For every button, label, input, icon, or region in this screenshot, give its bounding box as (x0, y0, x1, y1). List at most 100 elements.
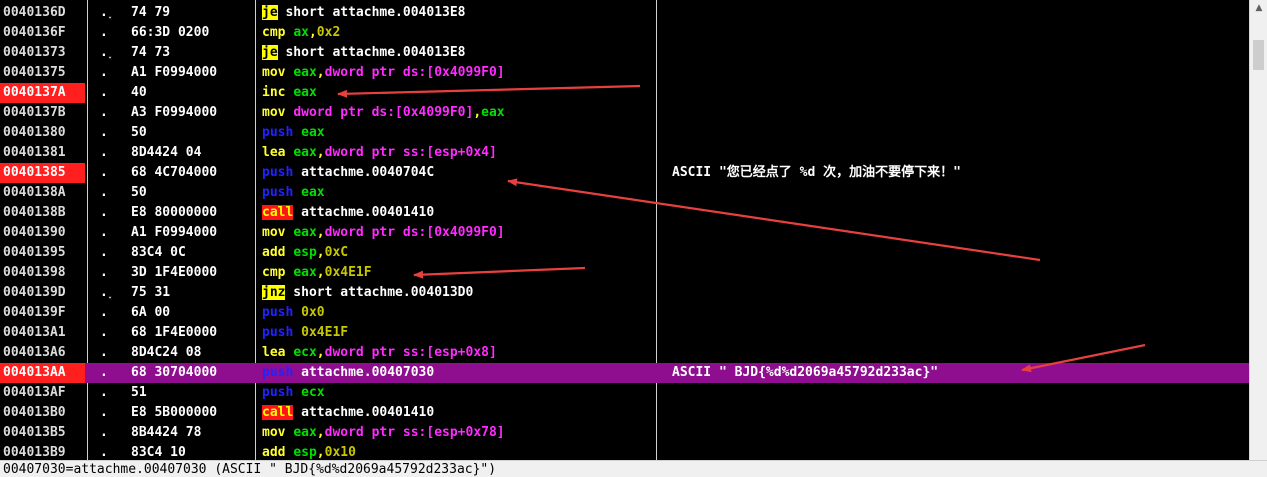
hex-dump-cell: 50 (131, 185, 147, 200)
instruction-row[interactable]: 00401373 .˯ 74 73 je short attachme.004013E… (0, 43, 1249, 63)
instruction-row[interactable]: 0040136D .˯ 74 79 je short attachme.004013E… (0, 3, 1249, 23)
asm-token: lea (262, 345, 294, 360)
instruction-row[interactable]: 004013A6. 8D4C24 08 lea ecx,dword ptr ss:[… (0, 343, 1249, 363)
asm-token: eax (293, 225, 317, 240)
disassembly-cell: push eax (262, 183, 654, 203)
instruction-row[interactable]: 0040138B. E8 80000000 call attachme.004014… (0, 203, 1249, 223)
asm-token: je (262, 5, 278, 20)
instruction-row-selected[interactable]: 004013AA. 68 30704000 push attachme.004070… (0, 363, 1249, 383)
hex-dump-cell: 40 (131, 85, 147, 100)
comment-cell (672, 123, 1249, 143)
instruction-row[interactable]: 004013B0. E8 5B000000 call attachme.004014… (0, 403, 1249, 423)
asm-token: eax (301, 185, 325, 200)
status-bar: 00407030=attachme.00407030 (ASCII " BJD{… (0, 460, 1267, 477)
comment-cell (672, 23, 1249, 43)
asm-token: , (316, 145, 325, 160)
comment-cell (672, 223, 1249, 243)
asm-token: short attachme.004013E8 (277, 45, 466, 60)
scrollbar-thumb[interactable] (1253, 40, 1264, 70)
address-cell: 0040139F (3, 305, 66, 320)
comment-cell (672, 323, 1249, 343)
address-cell: 004013AF (3, 385, 66, 400)
asm-token: push (262, 325, 302, 340)
instruction-row[interactable]: 00401395. 83C4 0C add esp,0xC (0, 243, 1249, 263)
comment-cell (672, 443, 1249, 460)
jump-marker: . (100, 85, 108, 100)
disassembly-cell: call attachme.00401410 (262, 203, 654, 223)
hex-dump-cell: 8B4424 78 (131, 425, 202, 440)
address-cell: 0040138B (3, 205, 66, 220)
address-cell: 00401398 (3, 265, 66, 280)
hex-dump-cell: 50 (131, 125, 147, 140)
comment-cell: ASCII "您已经点了 %d 次，加油不要停下来！" (672, 165, 961, 180)
asm-token: mov (262, 425, 294, 440)
comment-cell (672, 263, 1249, 283)
disassembly-cell: add esp,0xC (262, 243, 654, 263)
disassembly-pane[interactable]: 0040136D .˯ 74 79 je short attachme.004013E… (0, 0, 1249, 460)
comment-cell (672, 283, 1249, 303)
instruction-row[interactable]: 0040136F. 66:3D 0200 cmp ax,0x2 (0, 23, 1249, 43)
instruction-row[interactable]: 0040137B. A3 F0994000 mov dword ptr ds:[0x… (0, 103, 1249, 123)
address-cell: 004013B0 (3, 405, 66, 420)
asm-token: short attachme.004013E8 (277, 5, 466, 20)
asm-token: eax (293, 265, 317, 280)
asm-token: mov (262, 105, 294, 120)
hex-dump-cell: 83C4 10 (131, 445, 186, 460)
asm-token: dword ptr ds:[0x4099F0] (293, 105, 474, 120)
asm-token: 0x4E1F (301, 325, 349, 340)
address-cell: 00401375 (3, 65, 66, 80)
asm-token: ecx (293, 345, 317, 360)
instruction-row[interactable]: 00401381. 8D4424 04 lea eax,dword ptr ss:[… (0, 143, 1249, 163)
instruction-row[interactable]: 0040139D .˯ 75 31 jnz short attachme.004013… (0, 283, 1249, 303)
instruction-row[interactable]: 0040138A. 50 push eax (0, 183, 1249, 203)
address-cell: 0040138A (3, 185, 66, 200)
asm-token: 0x0 (301, 305, 325, 320)
asm-token: , (316, 65, 325, 80)
instruction-row[interactable]: 0040137A. 40 inc eax (0, 83, 1249, 103)
jump-marker: .˯ (100, 45, 116, 60)
asm-token: 0x10 (324, 445, 356, 460)
asm-token: attachme.0040704C (301, 165, 435, 180)
comment-cell (672, 343, 1249, 363)
hex-dump-cell: 8D4424 04 (131, 145, 202, 160)
disassembly-cell: inc eax (262, 83, 654, 103)
asm-token: , (316, 245, 325, 260)
instruction-row[interactable]: 00401375. A1 F0994000 mov eax,dword ptr ds… (0, 63, 1249, 83)
instruction-row[interactable]: 00401390. A1 F0994000 mov eax,dword ptr ds… (0, 223, 1249, 243)
asm-token: , (316, 425, 325, 440)
comment-cell (672, 63, 1249, 83)
scroll-up-arrow-icon[interactable]: ▲ (1250, 0, 1267, 17)
comment-cell: ASCII " BJD{%d%d2069a45792d233ac}" (672, 365, 939, 380)
disassembly-cell: lea ecx,dword ptr ss:[esp+0x8] (262, 343, 654, 363)
comment-cell (672, 403, 1249, 423)
disassembly-cell: mov eax,dword ptr ds:[0x4099F0] (262, 223, 654, 243)
jump-marker: . (100, 305, 108, 320)
instruction-row[interactable]: 004013A1. 68 1F4E0000 push 0x4E1F (0, 323, 1249, 343)
instruction-row[interactable]: 00401398. 3D 1F4E0000 cmp eax,0x4E1F (0, 263, 1249, 283)
instruction-row[interactable]: 0040139F. 6A 00 push 0x0 (0, 303, 1249, 323)
vertical-scrollbar[interactable]: ▲ (1249, 0, 1267, 460)
instruction-row[interactable]: 00401385. 68 4C704000 push attachme.004070… (0, 163, 1249, 183)
disassembly-cell: call attachme.00401410 (262, 403, 654, 423)
comment-cell (672, 143, 1249, 163)
address-cell: 004013B5 (3, 425, 66, 440)
hex-dump-cell: A1 F0994000 (131, 225, 218, 240)
address-cell: 00401380 (3, 125, 66, 140)
disassembly-cell: push eax (262, 123, 654, 143)
disassembly-cell: mov eax,dword ptr ss:[esp+0x78] (262, 423, 654, 443)
jump-marker: . (100, 245, 108, 260)
asm-token: jnz (262, 285, 286, 300)
address-cell: 0040137B (3, 105, 66, 120)
disassembly-cell: push ecx (262, 383, 654, 403)
address-cell: 004013A6 (3, 345, 66, 360)
instruction-row[interactable]: 004013AF. 51 push ecx (0, 383, 1249, 403)
asm-token: dword ptr ds:[0x4099F0] (324, 225, 505, 240)
instruction-row[interactable]: 004013B5. 8B4424 78 mov eax,dword ptr ss:[… (0, 423, 1249, 443)
asm-token: attachme.00407030 (301, 365, 435, 380)
asm-token: , (316, 445, 325, 460)
address-cell: 00401373 (3, 45, 66, 60)
instruction-row[interactable]: 00401380. 50 push eax (0, 123, 1249, 143)
address-cell: 0040137A (0, 83, 85, 103)
instruction-row[interactable]: 004013B9. 83C4 10 add esp,0x10 (0, 443, 1249, 460)
disassembly-cell: push 0x0 (262, 303, 654, 323)
